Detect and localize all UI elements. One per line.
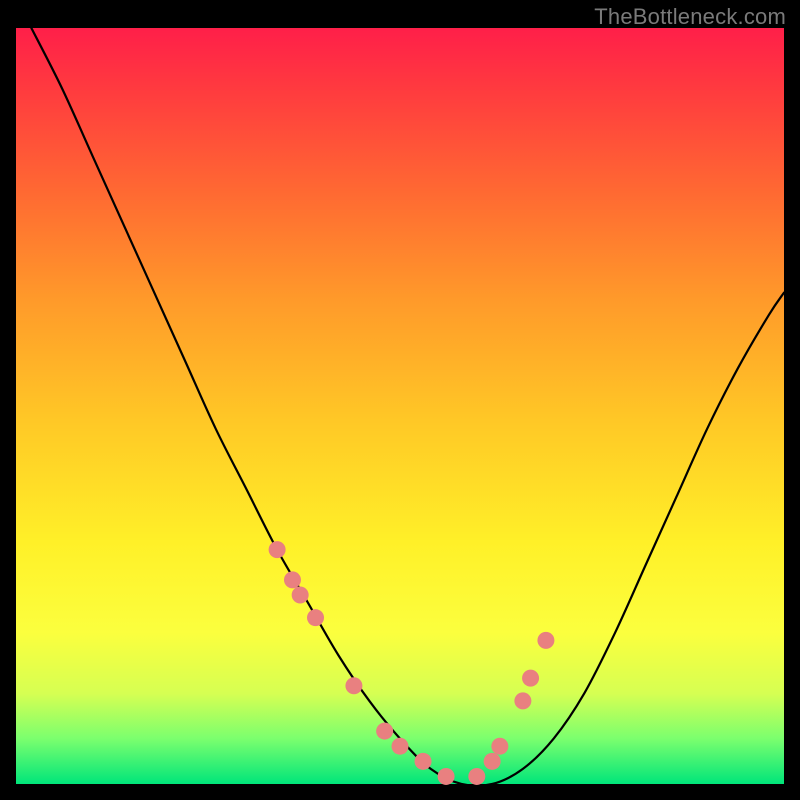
attribution-label: TheBottleneck.com [594, 4, 786, 30]
marker-point [415, 753, 432, 770]
marker-point [345, 677, 362, 694]
marker-point [376, 723, 393, 740]
marker-point [284, 571, 301, 588]
marker-point [292, 587, 309, 604]
curve-svg [16, 28, 784, 784]
bottleneck-curve-path [31, 28, 784, 786]
marker-point [269, 541, 286, 558]
marker-point [522, 670, 539, 687]
marker-point [438, 768, 455, 785]
marker-point [484, 753, 501, 770]
marker-point [468, 768, 485, 785]
chart-frame: TheBottleneck.com [0, 0, 800, 800]
marker-point [514, 692, 531, 709]
marker-point [491, 738, 508, 755]
marker-point [537, 632, 554, 649]
marker-point [307, 609, 324, 626]
plot-area [16, 28, 784, 784]
marker-point [392, 738, 409, 755]
marker-group [269, 541, 555, 785]
